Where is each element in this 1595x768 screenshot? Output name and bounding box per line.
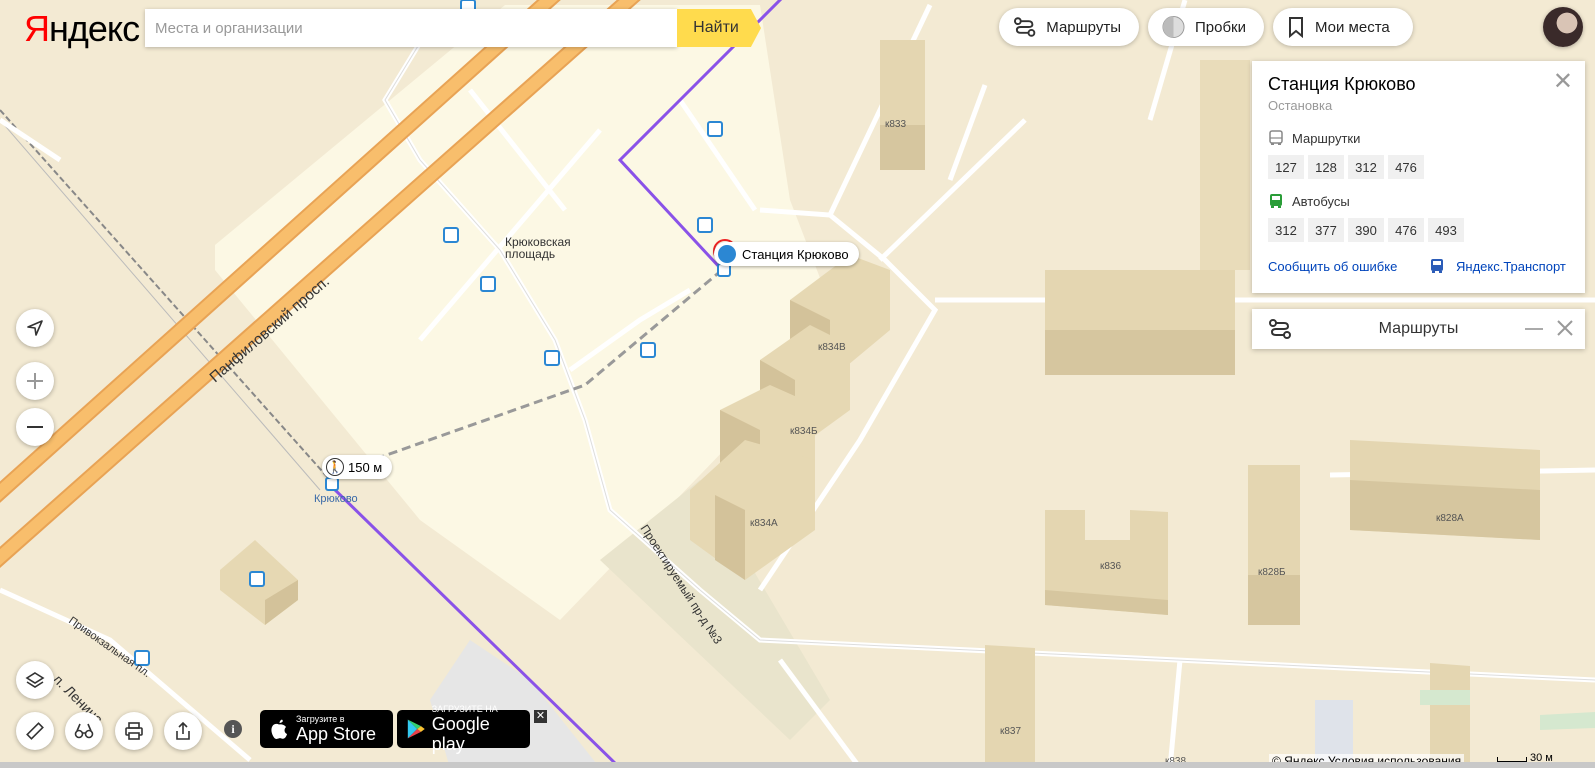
route-chip[interactable]: 493 (1428, 218, 1464, 242)
building-label: к833 (885, 119, 906, 130)
building-label: к834В (818, 342, 846, 353)
building-label: к828А (1436, 513, 1464, 524)
app-store-badge[interactable]: Загрузите в App Store (260, 710, 393, 748)
bus-label: Автобусы (1292, 193, 1350, 209)
building-label: к836 (1100, 561, 1121, 572)
bus-stop-icon (718, 245, 736, 263)
routes-panel: Маршруты (1252, 309, 1585, 349)
google-play-badge[interactable]: ЗАГРУЗИТЕ НА Google play (397, 704, 530, 754)
route-chip[interactable]: 312 (1268, 218, 1304, 242)
minibus-routes: 127 128 312 476 (1268, 155, 1424, 179)
route-chip[interactable]: 377 (1308, 218, 1344, 242)
close-icon[interactable]: ✕ (1553, 70, 1573, 94)
traffic-icon (1162, 15, 1185, 39)
traffic-button[interactable]: Пробки (1148, 8, 1264, 46)
route-icon (1013, 17, 1036, 37)
building-label: к828Б (1258, 567, 1286, 578)
google-play-big: Google play (431, 713, 490, 754)
layers-button[interactable] (16, 661, 54, 699)
minimize-icon[interactable] (1525, 327, 1543, 331)
bottom-strip (0, 762, 1595, 768)
my-places-button[interactable]: Мои места (1273, 8, 1413, 46)
search-button[interactable]: Найти (677, 9, 761, 47)
traffic-button-label: Пробки (1195, 18, 1246, 36)
close-icon[interactable]: ✕ (534, 710, 547, 723)
info-icon[interactable]: i (224, 720, 242, 738)
layers-icon (25, 672, 45, 688)
routes-button[interactable]: Маршруты (999, 8, 1139, 46)
close-icon[interactable] (1557, 320, 1573, 336)
locate-button[interactable] (16, 309, 54, 347)
search-input[interactable] (145, 9, 665, 47)
printer-icon (125, 722, 143, 740)
minus-icon (27, 426, 43, 428)
routes-button-label: Маршруты (1046, 18, 1121, 36)
building-label: к834А (750, 518, 778, 529)
plus-icon (27, 373, 43, 389)
route-chip[interactable]: 312 (1348, 155, 1384, 179)
route-chip[interactable]: 476 (1388, 218, 1424, 242)
selected-stop-name: Станция Крюково (742, 246, 849, 262)
binoculars-icon (74, 723, 94, 739)
logo-first-letter: Я (24, 8, 50, 49)
share-icon (176, 721, 190, 740)
building-label: к834Б (790, 426, 818, 437)
share-button[interactable] (164, 712, 202, 750)
station-label: Крюково (314, 493, 358, 505)
building-label: к837 (1000, 726, 1021, 737)
minibus-icon (1269, 130, 1283, 145)
print-button[interactable] (115, 712, 153, 750)
transport-app-icon (1431, 259, 1443, 273)
route-chip[interactable]: 127 (1268, 155, 1304, 179)
bus-section: Автобусы (1268, 193, 1350, 209)
minibus-label: Маршрутки (1292, 130, 1361, 146)
google-play-small: ЗАГРУЗИТЕ НА (431, 703, 498, 714)
selected-stop-label[interactable]: Станция Крюково (714, 242, 859, 266)
panorama-button[interactable] (65, 712, 103, 750)
logo-rest: ндекс (49, 8, 140, 49)
app-store-big: App Store (296, 723, 377, 744)
google-play-icon (407, 719, 425, 739)
bus-icon (1270, 194, 1282, 208)
minibus-section: Маршрутки (1268, 130, 1360, 146)
user-avatar[interactable] (1543, 7, 1583, 47)
ruler-button[interactable] (16, 712, 54, 750)
stop-title: Станция Крюково (1268, 74, 1416, 94)
navigate-arrow-icon (27, 320, 43, 336)
ruler-icon (26, 722, 44, 740)
zoom-in-button[interactable] (16, 362, 54, 400)
bookmark-icon (1289, 17, 1303, 38)
stop-subtitle: Остановка (1268, 98, 1333, 113)
route-chip[interactable]: 128 (1308, 155, 1344, 179)
report-error-link[interactable]: Сообщить об ошибке (1268, 259, 1397, 274)
route-chip[interactable]: 476 (1388, 155, 1424, 179)
walk-distance-label: 🚶 150 м (322, 455, 393, 479)
app-store-small: Загрузите в (296, 713, 345, 724)
yandex-transport-link[interactable]: Яндекс.Транспорт (1456, 259, 1566, 274)
square-label-2: площадь (505, 247, 555, 261)
apple-icon (271, 719, 287, 739)
pedestrian-icon: 🚶 (326, 458, 344, 476)
route-chip[interactable]: 390 (1348, 218, 1384, 242)
bus-routes: 312 377 390 476 493 (1268, 218, 1464, 242)
search-box (145, 9, 677, 47)
walk-distance-value: 150 м (348, 459, 383, 475)
yandex-logo[interactable]: Яндекс (24, 8, 140, 50)
stop-info-card: Станция Крюково Остановка ✕ Маршрутки 12… (1252, 61, 1585, 293)
my-places-button-label: Мои места (1315, 18, 1390, 36)
zoom-out-button[interactable] (16, 408, 54, 446)
